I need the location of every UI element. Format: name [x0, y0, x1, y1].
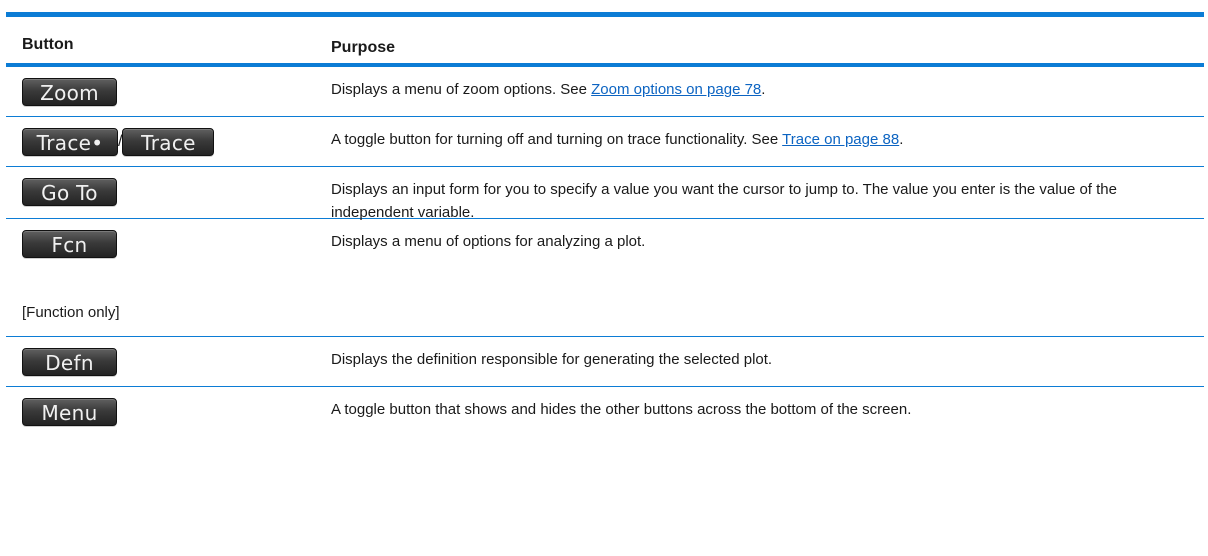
- table-row-goto: Go To Displays an input form for you to …: [6, 167, 1204, 221]
- menu-purpose: A toggle button that shows and hides the…: [331, 401, 912, 418]
- softkey-table: Button Purpose Zoom Displays a menu of z…: [6, 12, 1204, 443]
- goto-button[interactable]: Go To: [22, 178, 117, 206]
- table-row-trace: Trace• / Trace A toggle button for turning…: [6, 117, 1204, 167]
- defn-purpose: Displays the definition responsible for …: [331, 351, 773, 368]
- table-row-function-only: [Function only]: [6, 304, 1204, 337]
- table-row-fcn: Fcn Displays a menu of options for analy…: [6, 219, 1204, 304]
- table-row-zoom: Zoom Displays a menu of zoom options. Se…: [6, 67, 1204, 117]
- table-row-defn: Defn Displays the definition responsible…: [6, 337, 1204, 387]
- goto-purpose: Displays an input form for you to specif…: [331, 181, 1117, 221]
- header-purpose: Purpose: [331, 39, 396, 56]
- menu-button[interactable]: Menu: [22, 398, 117, 426]
- zoom-button[interactable]: Zoom: [22, 78, 117, 106]
- fcn-button[interactable]: Fcn: [22, 230, 117, 258]
- fcn-purpose: Displays a menu of options for analyzing…: [331, 233, 646, 250]
- zoom-purpose: Displays a menu of zoom options. See Zoo…: [331, 81, 766, 98]
- header-button: Button: [22, 36, 74, 53]
- table-header: Button Purpose: [6, 17, 1204, 67]
- defn-button[interactable]: Defn: [22, 348, 117, 376]
- trace-purpose: A toggle button for turning off and turn…: [331, 131, 904, 148]
- function-only-note: [Function only]: [22, 304, 120, 321]
- trace-link[interactable]: Trace on page 88: [782, 131, 899, 148]
- trace-off-button[interactable]: Trace: [122, 128, 215, 156]
- zoom-options-link[interactable]: Zoom options on page 78: [591, 81, 761, 98]
- trace-on-button[interactable]: Trace•: [22, 128, 118, 156]
- table-row-menu: Menu A toggle button that shows and hide…: [6, 387, 1204, 443]
